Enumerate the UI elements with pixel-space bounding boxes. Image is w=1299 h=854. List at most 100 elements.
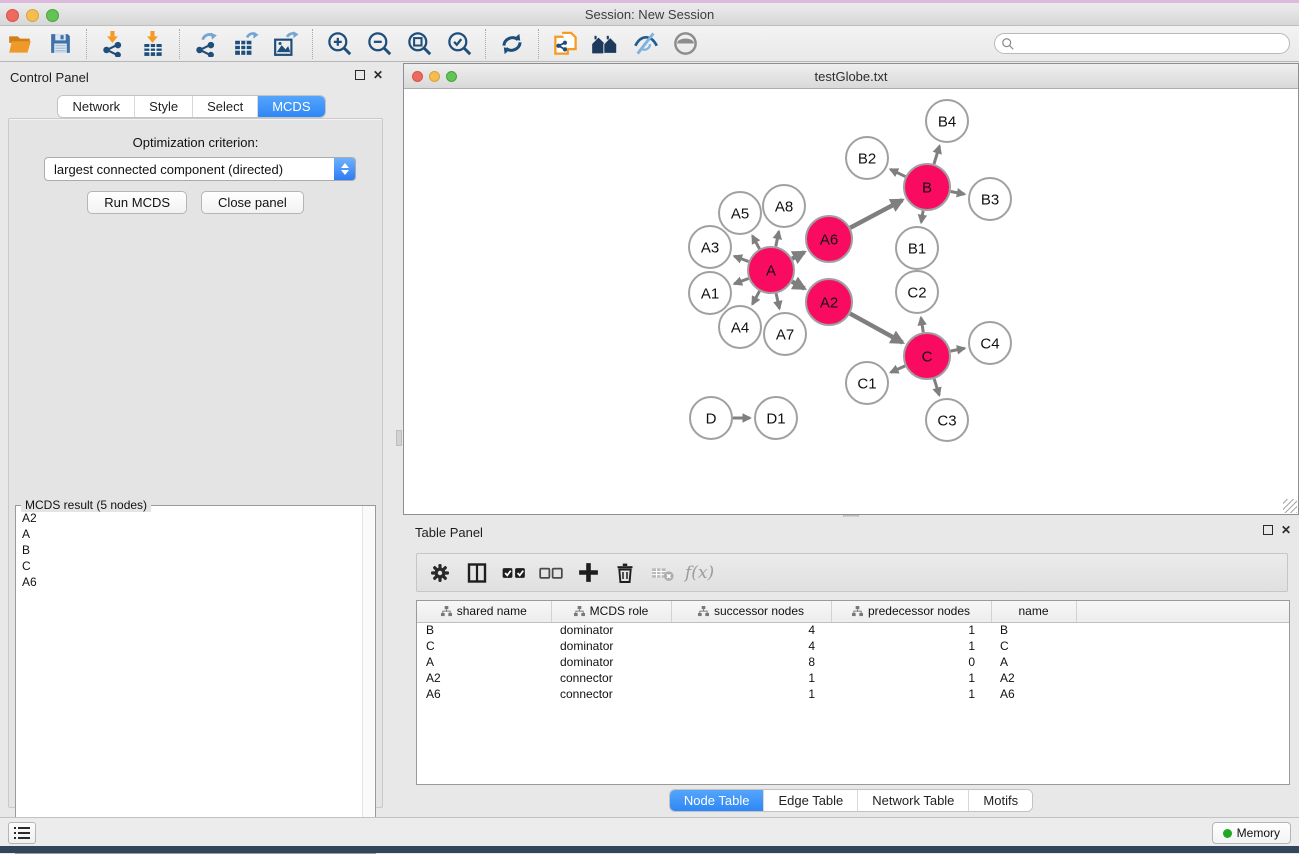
column-header-name[interactable]: name (991, 601, 1076, 622)
delete-column-trash-icon[interactable] (611, 559, 639, 587)
tab-network[interactable]: Network (58, 96, 134, 117)
edge-B-B1[interactable] (921, 211, 923, 223)
tab-select[interactable]: Select (192, 96, 257, 117)
node-A[interactable]: A (748, 247, 794, 293)
edge-A-A3[interactable] (734, 256, 748, 261)
save-session-icon[interactable] (40, 28, 80, 60)
network-window-titlebar[interactable]: testGlobe.txt (404, 64, 1298, 89)
edge-A-A7[interactable] (776, 293, 779, 308)
float-table-panel-icon[interactable] (1263, 525, 1273, 535)
node-C4[interactable]: C4 (969, 322, 1011, 364)
network-canvas[interactable]: B4B2BB3A8A5A6A3B1AA1C2A2A4A7C4CC1C3DD1 (404, 89, 1298, 514)
node-A4[interactable]: A4 (719, 306, 761, 348)
export-image-icon[interactable] (266, 28, 306, 60)
window-resize-grip[interactable] (1283, 499, 1297, 513)
edge-B-B2[interactable] (890, 169, 905, 176)
settings-gear-icon[interactable] (426, 559, 454, 587)
edge-C-C4[interactable] (951, 348, 965, 351)
cell-successor-nodes[interactable]: 4 (671, 622, 831, 638)
node-B2[interactable]: B2 (846, 137, 888, 179)
column-header-MCDS-role[interactable]: MCDS role (551, 601, 671, 622)
cell-predecessor-nodes[interactable]: 1 (831, 638, 991, 654)
deselect-all-checks-icon[interactable] (537, 559, 565, 587)
cell-name[interactable]: A6 (991, 686, 1076, 702)
cell-name[interactable]: B (991, 622, 1076, 638)
node-B4[interactable]: B4 (926, 100, 968, 142)
import-table-icon[interactable] (133, 28, 173, 60)
cell-successor-nodes[interactable]: 1 (671, 686, 831, 702)
close-panel-button[interactable]: Close panel (201, 191, 304, 214)
memory-button[interactable]: Memory (1212, 822, 1291, 844)
edge-A-A1[interactable] (734, 278, 748, 283)
edge-C-C1[interactable] (891, 366, 905, 372)
column-visibility-icon[interactable] (463, 559, 491, 587)
edge-A-A8[interactable] (776, 231, 779, 246)
node-B3[interactable]: B3 (969, 178, 1011, 220)
edge-B-B4[interactable] (934, 146, 939, 164)
close-panel-icon[interactable]: ✕ (373, 70, 383, 80)
zoom-selected-icon[interactable] (439, 28, 479, 60)
cell-predecessor-nodes[interactable]: 1 (831, 670, 991, 686)
open-session-folder-icon[interactable] (0, 28, 40, 60)
cell-successor-nodes[interactable]: 1 (671, 670, 831, 686)
tab-motifs[interactable]: Motifs (968, 790, 1032, 811)
edge-A-A5[interactable] (752, 236, 759, 249)
home-view-icon[interactable] (585, 28, 625, 60)
cell-MCDS-role[interactable]: dominator (551, 622, 671, 638)
column-header-shared-name[interactable]: shared name (417, 601, 551, 622)
float-panel-icon[interactable] (355, 70, 365, 80)
edge-C-C3[interactable] (934, 379, 939, 395)
edge-C-C2[interactable] (921, 318, 923, 333)
node-D1[interactable]: D1 (755, 397, 797, 439)
tab-edge-table[interactable]: Edge Table (763, 790, 857, 811)
result-item-a2[interactable]: A2 (17, 510, 361, 526)
table-row[interactable]: Adominator80A (417, 654, 1289, 670)
result-item-b[interactable]: B (17, 542, 361, 558)
search-field-frame[interactable] (994, 33, 1290, 54)
cell-MCDS-role[interactable]: connector (551, 686, 671, 702)
edge-A6-B[interactable] (850, 200, 902, 228)
edge-A-A6[interactable] (792, 252, 804, 258)
hide-graphics-details-icon[interactable] (625, 28, 665, 60)
table-row[interactable]: Cdominator41C (417, 638, 1289, 654)
tab-style[interactable]: Style (134, 96, 192, 117)
select-all-checks-icon[interactable] (500, 559, 528, 587)
cell-shared-name[interactable]: A2 (417, 670, 551, 686)
import-network-icon[interactable] (93, 28, 133, 60)
node-A5[interactable]: A5 (719, 192, 761, 234)
cell-MCDS-role[interactable]: dominator (551, 638, 671, 654)
cell-predecessor-nodes[interactable]: 0 (831, 654, 991, 670)
node-C1[interactable]: C1 (846, 362, 888, 404)
cell-name[interactable]: A (991, 654, 1076, 670)
result-item-c[interactable]: C (17, 558, 361, 574)
result-item-a[interactable]: A (17, 526, 361, 542)
cell-name[interactable]: A2 (991, 670, 1076, 686)
task-history-button[interactable] (8, 822, 36, 844)
table-row[interactable]: Bdominator41B (417, 622, 1289, 638)
duplicate-network-icon[interactable] (545, 28, 585, 60)
tab-network-table[interactable]: Network Table (857, 790, 968, 811)
cell-shared-name[interactable]: A (417, 654, 551, 670)
cell-successor-nodes[interactable]: 8 (671, 654, 831, 670)
cell-MCDS-role[interactable]: dominator (551, 654, 671, 670)
zoom-in-icon[interactable] (319, 28, 359, 60)
table-row[interactable]: A6connector11A6 (417, 686, 1289, 702)
node-A7[interactable]: A7 (764, 313, 806, 355)
zoom-out-icon[interactable] (359, 28, 399, 60)
edge-A-A4[interactable] (752, 291, 759, 304)
node-A2[interactable]: A2 (806, 279, 852, 325)
result-scrollbar[interactable] (362, 506, 375, 853)
node-B1[interactable]: B1 (896, 227, 938, 269)
close-table-panel-icon[interactable]: ✕ (1281, 525, 1291, 535)
cell-shared-name[interactable]: B (417, 622, 551, 638)
cell-MCDS-role[interactable]: connector (551, 670, 671, 686)
node-C[interactable]: C (904, 333, 950, 379)
cell-predecessor-nodes[interactable]: 1 (831, 686, 991, 702)
cell-successor-nodes[interactable]: 4 (671, 638, 831, 654)
node-C2[interactable]: C2 (896, 271, 938, 313)
column-header-successor-nodes[interactable]: successor nodes (671, 601, 831, 622)
refresh-icon[interactable] (492, 28, 532, 60)
cell-predecessor-nodes[interactable]: 1 (831, 622, 991, 638)
table-row[interactable]: A2connector11A2 (417, 670, 1289, 686)
edge-B-B3[interactable] (951, 191, 965, 194)
